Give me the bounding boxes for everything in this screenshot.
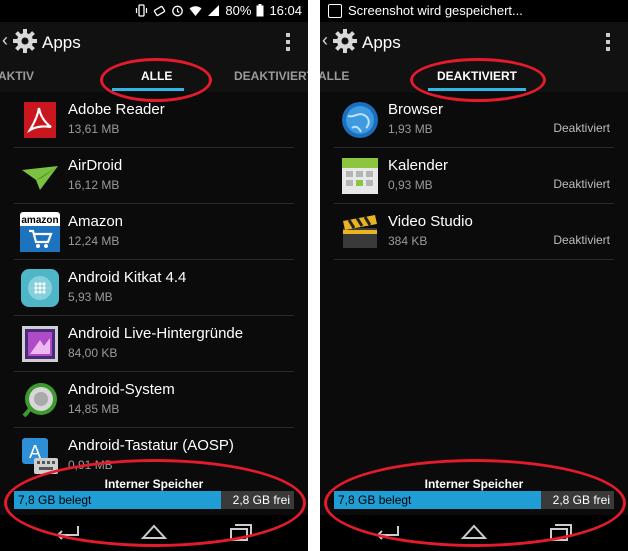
app-name: Android Live-Hintergründe [68, 325, 244, 342]
battery-percent: 80% [225, 3, 252, 18]
status-bar: Screenshot wird gespeichert... [320, 0, 628, 22]
navigation-bar [0, 515, 308, 551]
clapperboard-icon [343, 215, 377, 248]
back-chevron-icon[interactable]: ‹ [322, 30, 328, 51]
android-system-icon [22, 383, 57, 418]
app-size: 5,93 MB [68, 290, 113, 304]
vibrate-icon [136, 4, 148, 17]
app-name: Android-System [68, 381, 175, 398]
wifi-icon [189, 6, 202, 16]
app-size: 84,00 KB [68, 346, 118, 360]
list-item[interactable]: Android Kitkat 4.4 5,93 MB [0, 260, 308, 316]
alarm-icon [172, 5, 184, 17]
list-item[interactable]: Video Studio 384 KB Deaktiviert [320, 204, 628, 260]
active-tab-indicator [428, 88, 526, 91]
active-tab-indicator [112, 88, 184, 91]
notification-text: Screenshot wird gespeichert... [348, 3, 523, 18]
storage-used-text: 7,8 GB belegt [338, 493, 412, 507]
list-item[interactable]: Browser 1,93 MB Deaktiviert [320, 92, 628, 148]
divider [334, 259, 614, 260]
tab-bar: ALLE DEAKTIVIERT [320, 62, 628, 92]
storage-free-text: 2,8 GB frei [552, 493, 610, 507]
tab-deaktiviert[interactable]: DEAKTIVIERT [437, 69, 517, 83]
back-chevron-icon[interactable]: ‹ [2, 30, 8, 51]
app-size: 0,91 MB [68, 458, 113, 472]
list-item[interactable]: A Android-Tastatur (AOSP) 0,91 MB [0, 428, 308, 474]
tab-alle[interactable]: ALLE [320, 69, 349, 83]
app-size: 0,93 MB [388, 178, 433, 192]
settings-gear-icon[interactable] [332, 28, 358, 54]
kitkat-icon [21, 269, 59, 307]
action-bar: ‹ Apps [0, 22, 308, 62]
overflow-menu-icon[interactable] [286, 33, 290, 51]
recent-apps-icon[interactable] [546, 522, 576, 542]
app-size: 384 KB [388, 234, 428, 248]
list-item[interactable]: Kalender 0,93 MB Deaktiviert [320, 148, 628, 204]
signal-icon [208, 5, 220, 16]
list-item[interactable]: AirDroid 16,12 MB [0, 148, 308, 204]
keyboard-icon: A [22, 438, 58, 474]
overflow-menu-icon[interactable] [606, 33, 610, 51]
app-size: 14,85 MB [68, 402, 120, 416]
app-name: AirDroid [68, 157, 123, 174]
app-size: 13,61 MB [68, 122, 120, 136]
live-wallpaper-icon [22, 326, 58, 362]
tab-bar: AKTIV ALLE DEAKTIVIERT [0, 62, 308, 92]
home-icon[interactable] [459, 522, 489, 542]
home-icon[interactable] [139, 522, 169, 542]
list-item[interactable]: amazon Amazon 12,24 MB [0, 204, 308, 260]
clock: 16:04 [269, 3, 302, 18]
airdroid-icon [22, 166, 58, 190]
amazon-icon-text: amazon [21, 215, 58, 226]
app-name: Adobe Reader [68, 101, 165, 118]
app-name: Kalender [388, 157, 449, 174]
app-size: 16,12 MB [68, 178, 120, 192]
app-name: Video Studio [388, 213, 473, 230]
storage-label: Interner Speicher [104, 477, 204, 491]
app-size: 12,24 MB [68, 234, 120, 248]
app-name: Android Kitkat 4.4 [68, 269, 187, 286]
tab-aktiv[interactable]: AKTIV [0, 69, 34, 83]
settings-gear-icon[interactable] [12, 28, 38, 54]
storage-used-text: 7,8 GB belegt [18, 493, 92, 507]
app-status: Deaktiviert [553, 121, 610, 135]
list-item[interactable]: Adobe Reader 13,61 MB [0, 92, 308, 148]
page-title: Apps [42, 33, 81, 52]
adobe-reader-icon [24, 102, 56, 138]
app-size: 1,93 MB [388, 122, 433, 136]
screenshot-notification-icon [328, 4, 342, 18]
app-name: Amazon [68, 213, 124, 230]
recent-apps-icon[interactable] [226, 522, 256, 542]
browser-globe-icon [342, 102, 378, 138]
left-phone-screen: 80% 16:04 ‹ Apps AKTIV ALLE DEAKTIVIERT … [0, 0, 308, 551]
list-item[interactable]: Android-System 14,85 MB [0, 372, 308, 428]
app-status: Deaktiviert [553, 177, 610, 191]
storage-label: Interner Speicher [424, 477, 524, 491]
page-title: Apps [362, 33, 401, 52]
app-name: Browser [388, 101, 444, 118]
app-list[interactable]: Adobe Reader 13,61 MB AirDroid 16,12 MB … [0, 92, 308, 474]
right-phone-screen: Screenshot wird gespeichert... ‹ Apps AL… [320, 0, 628, 551]
list-item[interactable]: Android Live-Hintergründe 84,00 KB [0, 316, 308, 372]
back-icon[interactable] [52, 522, 82, 542]
status-bar: 80% 16:04 [0, 0, 308, 22]
tab-alle[interactable]: ALLE [141, 69, 172, 83]
app-list[interactable]: Browser 1,93 MB Deaktiviert Kalender 0,9… [320, 92, 628, 474]
app-name: Android-Tastatur (AOSP) [68, 437, 234, 454]
storage-free-text: 2,8 GB frei [232, 493, 290, 507]
app-status: Deaktiviert [553, 233, 610, 247]
calendar-icon [342, 158, 378, 194]
rotation-lock-icon [154, 5, 166, 17]
action-bar: ‹ Apps [320, 22, 628, 62]
storage-bar: 7,8 GB belegt 2,8 GB frei [334, 491, 614, 509]
battery-icon [256, 4, 264, 17]
navigation-bar [320, 515, 628, 551]
tab-deaktiviert[interactable]: DEAKTIVIERT [234, 69, 308, 83]
back-icon[interactable] [372, 522, 402, 542]
amazon-icon: amazon [20, 212, 60, 252]
storage-bar: 7,8 GB belegt 2,8 GB frei [14, 491, 294, 509]
